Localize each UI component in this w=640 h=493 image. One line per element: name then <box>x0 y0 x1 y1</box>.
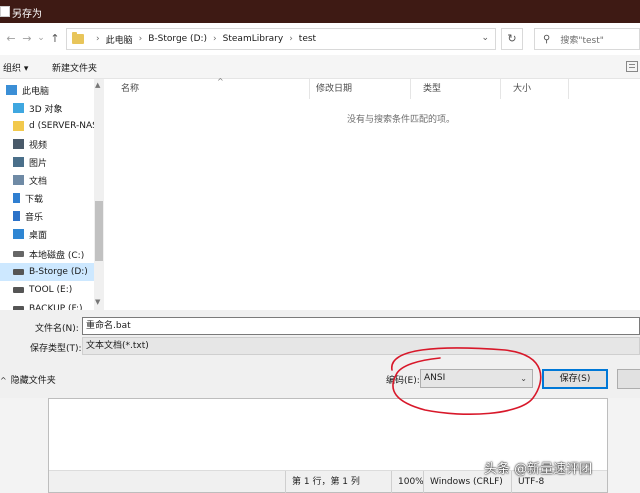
breadcrumb-item[interactable]: 此电脑 <box>106 33 133 46</box>
sidebar-item[interactable]: 下载 <box>0 189 94 207</box>
notepad-window: 第 1 行，第 1 列 100% Windows (CRLF) UTF-8 <box>48 398 608 493</box>
filetype-select[interactable]: 文本文档(*.txt) <box>82 337 640 355</box>
up-arrow-icon[interactable]: ↑ <box>48 32 62 45</box>
hide-folders-toggle[interactable]: ^ 隐藏文件夹 <box>0 373 56 386</box>
address-bar[interactable]: › 此电脑 › B-Storge (D:) › SteamLibrary › t… <box>66 28 496 50</box>
search-input[interactable]: ⚲ 搜索"test" <box>534 28 640 50</box>
breadcrumb-chevron-icon: › <box>96 34 100 44</box>
sidebar-item-label: 音乐 <box>25 212 44 223</box>
empty-message: 没有与搜索条件匹配的项。 <box>347 115 456 125</box>
breadcrumb-chevron-icon: › <box>289 34 293 44</box>
column-header-modified[interactable]: 修改日期 <box>304 79 411 99</box>
watermark: 头条 @新量速评团 <box>484 462 593 477</box>
screen: 第 1 行，第 1 列 100% Windows (CRLF) UTF-8 另存… <box>0 0 640 493</box>
navigation-scrollbar[interactable]: ▲ ▼ <box>94 79 104 310</box>
column-header-name[interactable]: 名称 ^ <box>109 77 310 99</box>
sidebar-item[interactable]: 3D 对象 <box>0 99 94 117</box>
sidebar-item-label: 此电脑 <box>22 86 50 97</box>
computer-icon <box>6 85 17 95</box>
forward-arrow-icon[interactable]: → <box>20 32 34 45</box>
recent-locations-icon[interactable]: ⌄ <box>34 33 48 43</box>
picture-icon <box>13 157 24 167</box>
network-drive-icon <box>13 121 24 131</box>
search-icon: ⚲ <box>543 33 551 45</box>
sort-caret-icon: ^ <box>217 77 224 86</box>
breadcrumb-chevron-icon: › <box>213 34 217 44</box>
refresh-button[interactable]: ↻ <box>501 28 523 50</box>
encoding-select[interactable]: ANSI ⌄ <box>420 369 533 388</box>
zoom-level: 100% <box>391 471 423 493</box>
cube-icon <box>13 103 24 113</box>
back-arrow-icon[interactable]: ← <box>4 32 18 45</box>
save-as-dialog: 另存为 ← → ⌄ ↑ › 此电脑 › B-Storge (D:) › Stea… <box>0 0 640 398</box>
save-button[interactable]: 保存(S) <box>542 369 608 389</box>
chevron-up-icon: ^ <box>0 376 7 385</box>
window-title: 另存为 <box>12 9 42 20</box>
view-options-icon[interactable] <box>626 61 638 72</box>
drive-icon <box>13 269 24 275</box>
filename-field[interactable]: 重命名.bat <box>82 317 640 335</box>
cursor-position: 第 1 行，第 1 列 <box>285 471 391 493</box>
encoding-value: ANSI <box>424 373 446 383</box>
desktop-icon <box>13 229 24 239</box>
sidebar-item[interactable]: 此电脑 <box>0 81 94 99</box>
organize-button[interactable]: 组织 ▾ <box>3 61 28 74</box>
sidebar-item-label: 3D 对象 <box>29 104 63 115</box>
sidebar-item[interactable]: 视频 <box>0 135 94 153</box>
sidebar-item[interactable]: 本地磁盘 (C:) <box>0 245 94 263</box>
sidebar-item-label: 桌面 <box>29 230 48 241</box>
navigation-pane: 此电脑 3D 对象 d (SERVER-NAS 视频图片文档下载音乐桌面本地磁盘 (C… <box>0 79 104 310</box>
breadcrumb-item[interactable]: SteamLibrary <box>223 34 284 44</box>
address-row: ← → ⌄ ↑ › 此电脑 › B-Storge (D:) › SteamLib… <box>0 23 640 55</box>
sidebar-item-label: 图片 <box>29 158 48 169</box>
sidebar-item[interactable]: B-Storge (D:) <box>0 263 94 281</box>
toolbar: 组织 ▾ 新建文件夹 <box>0 55 640 79</box>
sidebar-item[interactable]: 文档 <box>0 171 94 189</box>
filename-label: 文件名(N): <box>35 324 79 334</box>
new-folder-button[interactable]: 新建文件夹 <box>52 61 97 74</box>
dialog-footer: 文件名(N): 重命名.bat 保存类型(T): 文本文档(*.txt) ^ 隐藏… <box>0 310 640 398</box>
folder-icon <box>72 32 84 44</box>
column-header-size[interactable]: 大小 <box>501 79 569 99</box>
chevron-down-icon: ⌄ <box>520 374 527 383</box>
sidebar-item-label: 本地磁盘 (C:) <box>29 250 85 261</box>
cancel-button[interactable] <box>617 369 640 389</box>
drive-icon <box>13 251 24 257</box>
download-icon <box>13 193 20 203</box>
sidebar-item[interactable]: BACKUP (F:) <box>0 300 94 310</box>
scrollbar-thumb[interactable] <box>95 201 103 261</box>
sidebar-item[interactable]: TOOL (E:) <box>0 281 94 299</box>
sidebar-item-label: 文档 <box>29 176 48 187</box>
hide-folders-label: 隐藏文件夹 <box>10 376 56 386</box>
drive-icon <box>13 287 24 293</box>
breadcrumb-item[interactable]: B-Storge (D:) <box>148 34 207 44</box>
sidebar-item[interactable]: 音乐 <box>0 207 94 225</box>
sidebar-item-label: TOOL (E:) <box>29 285 73 295</box>
file-list: 名称 ^ 修改日期 类型 大小 没有与搜索条件匹配的项。 <box>104 77 640 310</box>
column-header-type[interactable]: 类型 <box>411 79 501 99</box>
sidebar-item-label: d (SERVER-NAS <box>29 121 98 131</box>
filetype-label: 保存类型(T): <box>30 344 82 354</box>
search-placeholder: 搜索"test" <box>560 35 604 46</box>
sidebar-item[interactable]: 图片 <box>0 153 94 171</box>
breadcrumb: › 此电脑 › B-Storge (D:) › SteamLibrary › t… <box>90 33 316 46</box>
sidebar-item[interactable]: d (SERVER-NAS <box>0 117 98 135</box>
video-icon <box>13 139 24 149</box>
scroll-down-icon[interactable]: ▼ <box>95 298 100 306</box>
chevron-down-icon[interactable]: ⌄ <box>481 33 489 43</box>
title-bar: 另存为 <box>0 0 640 23</box>
sidebar-item[interactable]: 桌面 <box>0 225 94 243</box>
breadcrumb-chevron-icon: › <box>138 34 143 44</box>
sidebar-item-label: B-Storge (D:) <box>29 267 88 277</box>
sidebar-item-label: 下载 <box>25 194 44 205</box>
document-icon <box>13 175 24 185</box>
encoding-label: 编码(E): <box>386 376 420 386</box>
breadcrumb-item[interactable]: test <box>299 34 316 44</box>
column-label: 名称 <box>121 84 140 94</box>
sidebar-item-label: 视频 <box>29 140 48 151</box>
scroll-up-icon[interactable]: ▲ <box>95 81 100 89</box>
notepad-icon <box>0 6 10 17</box>
music-icon <box>13 211 20 221</box>
